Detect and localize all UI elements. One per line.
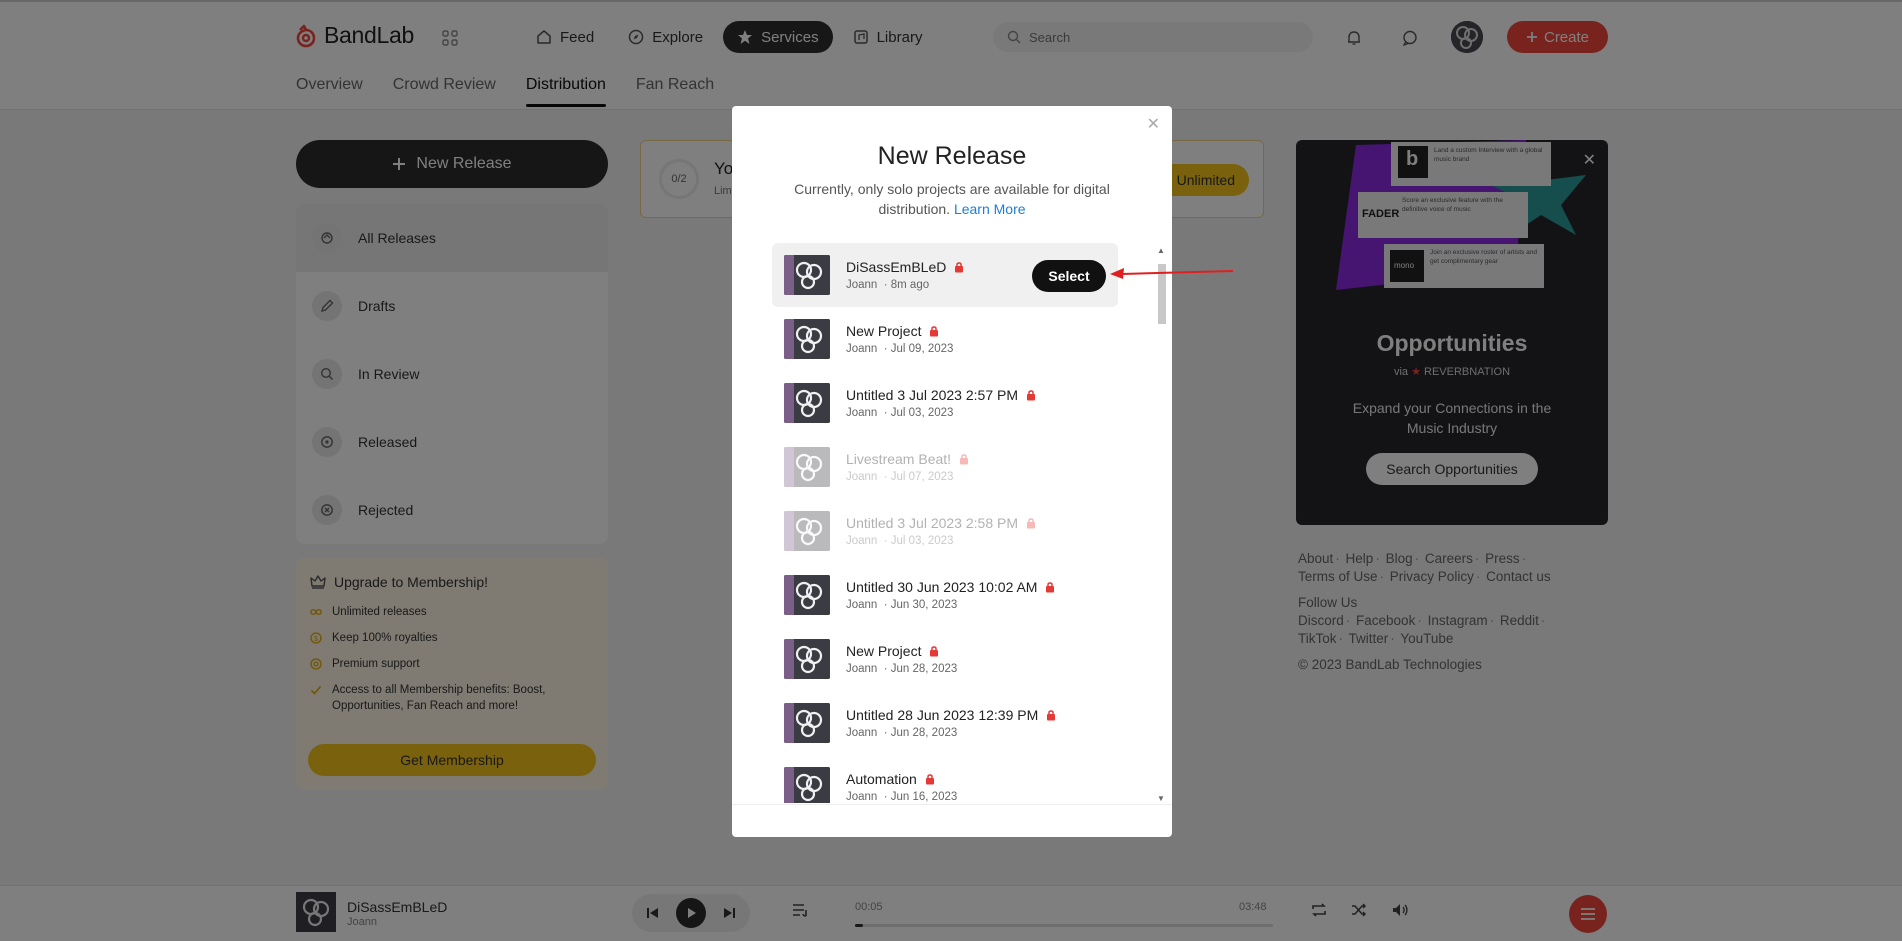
project-author: Joann <box>846 791 878 803</box>
project-item[interactable]: Automation Joann · Jun 16, 2023 <box>772 755 1118 803</box>
project-meta: Joann · Jul 03, 2023 <box>846 407 1036 419</box>
lock-icon <box>954 261 964 273</box>
project-meta: Joann · Jun 28, 2023 <box>846 727 1056 739</box>
lock-icon <box>925 773 935 785</box>
project-info: Untitled 30 Jun 2023 10:02 AM Joann · Jun… <box>846 579 1055 611</box>
project-item[interactable]: Untitled 28 Jun 2023 12:39 PM Joann · Jun… <box>772 691 1118 755</box>
project-author: Joann <box>846 535 878 547</box>
lock-icon <box>1026 517 1036 529</box>
project-time: · Jun 28, 2023 <box>883 727 958 739</box>
project-meta: Joann · Jul 09, 2023 <box>846 343 953 355</box>
project-name-row: Untitled 3 Jul 2023 2:57 PM <box>846 387 1036 403</box>
lock-icon <box>1026 389 1036 401</box>
project-author: Joann <box>846 471 878 483</box>
project-name: Untitled 30 Jun 2023 10:02 AM <box>846 579 1038 595</box>
project-name-row: Livestream Beat! <box>846 451 969 467</box>
project-list: DiSassEmBLeD Joann · 8m ago Select New Proj… <box>772 243 1118 803</box>
lock-icon <box>959 453 969 465</box>
project-meta: Joann · Jun 28, 2023 <box>846 663 957 675</box>
project-time: · Jun 30, 2023 <box>883 599 958 611</box>
project-item[interactable]: New Project Joann · Jun 28, 2023 <box>772 627 1118 691</box>
project-name-row: Untitled 30 Jun 2023 10:02 AM <box>846 579 1055 595</box>
project-cover-art <box>784 767 830 803</box>
project-cover-art <box>784 511 830 551</box>
lock-icon <box>1045 581 1055 593</box>
project-time: · Jul 09, 2023 <box>883 343 954 355</box>
project-item: Livestream Beat! Joann · Jul 07, 2023 <box>772 435 1118 499</box>
scroll-up-arrow[interactable]: ▲ <box>1156 246 1166 256</box>
project-author: Joann <box>846 599 878 611</box>
project-item[interactable]: DiSassEmBLeD Joann · 8m ago Select <box>772 243 1118 307</box>
project-cover-art <box>784 703 830 743</box>
modal-title: New Release <box>877 142 1027 170</box>
project-name: Untitled 3 Jul 2023 2:58 PM <box>846 515 1018 531</box>
lock-icon <box>929 645 939 657</box>
project-name: Untitled 28 Jun 2023 12:39 PM <box>846 707 1039 723</box>
project-time: · Jul 03, 2023 <box>883 407 954 419</box>
project-info: New Project Joann · Jul 09, 2023 <box>846 323 953 355</box>
project-meta: Joann · 8m ago <box>846 279 964 291</box>
project-name: Untitled 3 Jul 2023 2:57 PM <box>846 387 1018 403</box>
scroll-down-arrow[interactable]: ▼ <box>1156 794 1166 804</box>
project-name: New Project <box>846 643 922 659</box>
annotation-arrow <box>1110 268 1234 279</box>
project-cover-art <box>784 639 830 679</box>
modal-description-text: Currently, only solo projects are availa… <box>794 181 1110 217</box>
project-item[interactable]: Untitled 30 Jun 2023 10:02 AM Joann · Jun… <box>772 563 1118 627</box>
modal-description: Currently, only solo projects are availa… <box>782 179 1122 219</box>
lock-icon <box>929 325 939 337</box>
project-time: · Jul 07, 2023 <box>883 471 954 483</box>
project-meta: Joann · Jul 07, 2023 <box>846 471 969 483</box>
project-info: Livestream Beat! Joann · Jul 07, 2023 <box>846 451 969 483</box>
close-icon[interactable]: ✕ <box>1147 114 1160 134</box>
learn-more-link[interactable]: Learn More <box>954 201 1026 217</box>
project-cover-art <box>784 447 830 487</box>
project-meta: Joann · Jun 30, 2023 <box>846 599 1055 611</box>
project-item[interactable]: New Project Joann · Jul 09, 2023 <box>772 307 1118 371</box>
modal-divider <box>732 804 1172 805</box>
project-author: Joann <box>846 407 878 419</box>
project-name-row: Automation <box>846 771 957 787</box>
project-meta: Joann · Jun 16, 2023 <box>846 791 957 803</box>
project-cover-art <box>784 575 830 615</box>
project-time: · Jun 16, 2023 <box>883 791 958 803</box>
project-name-row: Untitled 3 Jul 2023 2:58 PM <box>846 515 1036 531</box>
project-cover-art <box>784 255 830 295</box>
project-author: Joann <box>846 727 878 739</box>
project-list-scrollbar[interactable]: ▲ ▼ <box>1156 246 1166 804</box>
project-info: Automation Joann · Jun 16, 2023 <box>846 771 957 803</box>
project-name: New Project <box>846 323 922 339</box>
project-author: Joann <box>846 343 878 355</box>
project-name: Automation <box>846 771 917 787</box>
project-name-row: New Project <box>846 643 957 659</box>
project-time: · 8m ago <box>883 279 930 291</box>
project-cover-art <box>784 319 830 359</box>
project-item: Untitled 3 Jul 2023 2:58 PM Joann · Jul 0… <box>772 499 1118 563</box>
project-name-row: New Project <box>846 323 953 339</box>
project-name: Livestream Beat! <box>846 451 952 467</box>
project-name: DiSassEmBLeD <box>846 259 947 275</box>
project-name-row: DiSassEmBLeD <box>846 259 964 275</box>
project-info: Untitled 3 Jul 2023 2:58 PM Joann · Jul 0… <box>846 515 1036 547</box>
select-button[interactable]: Select <box>1032 260 1106 292</box>
project-name-row: Untitled 28 Jun 2023 12:39 PM <box>846 707 1056 723</box>
project-item[interactable]: Untitled 3 Jul 2023 2:57 PM Joann · Jul 0… <box>772 371 1118 435</box>
project-author: Joann <box>846 279 878 291</box>
project-cover-art <box>784 383 830 423</box>
project-author: Joann <box>846 663 878 675</box>
project-meta: Joann · Jul 03, 2023 <box>846 535 1036 547</box>
project-time: · Jun 28, 2023 <box>883 663 958 675</box>
project-info: Untitled 28 Jun 2023 12:39 PM Joann · Jun… <box>846 707 1056 739</box>
lock-icon <box>1046 709 1056 721</box>
project-info: DiSassEmBLeD Joann · 8m ago <box>846 259 964 291</box>
project-info: New Project Joann · Jun 28, 2023 <box>846 643 957 675</box>
project-info: Untitled 3 Jul 2023 2:57 PM Joann · Jul 0… <box>846 387 1036 419</box>
new-release-modal: ✕ New Release Currently, only solo proje… <box>732 106 1172 837</box>
project-time: · Jul 03, 2023 <box>883 535 954 547</box>
